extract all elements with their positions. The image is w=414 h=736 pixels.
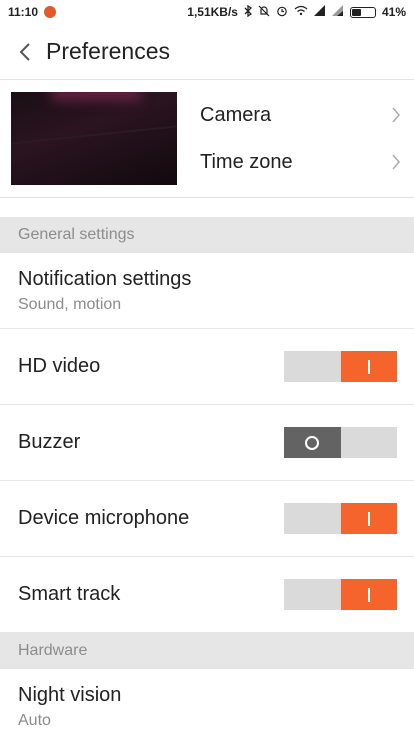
toggle-left-segment — [284, 427, 341, 458]
buzzer-toggle[interactable] — [284, 427, 397, 458]
toggle-right-segment — [340, 427, 397, 458]
app-header: Preferences — [0, 24, 414, 80]
battery-icon — [349, 6, 376, 18]
camera-nav-item[interactable]: Camera — [200, 92, 414, 139]
time-zone-label: Time zone — [200, 150, 293, 173]
thumbnail-shelf — [11, 125, 177, 145]
device-microphone-toggle[interactable] — [284, 503, 397, 534]
chevron-left-icon[interactable] — [14, 41, 36, 63]
hd-video-row: HD video — [0, 329, 414, 405]
night-vision-row[interactable]: Night vision Auto — [0, 669, 414, 736]
hd-video-toggle[interactable] — [284, 351, 397, 382]
smart-track-row: Smart track — [0, 557, 414, 633]
smart-track-toggle[interactable] — [284, 579, 397, 610]
toggle-left-segment — [284, 351, 341, 382]
section-gap — [0, 198, 414, 217]
camera-label: Camera — [200, 103, 272, 126]
camera-nav-list: Camera Time zone — [177, 92, 414, 186]
toggle-right-segment — [340, 503, 397, 534]
notification-settings-row[interactable]: Notification settings Sound, motion — [0, 253, 414, 329]
toggle-left-segment — [284, 503, 341, 534]
toggle-off-mark — [305, 435, 320, 450]
battery-fill — [351, 8, 361, 16]
bluetooth-icon — [244, 4, 252, 20]
hd-video-label: HD video — [18, 355, 101, 377]
night-vision-text: Night vision Auto — [18, 684, 121, 730]
chevron-right-icon — [392, 107, 402, 123]
alarm-icon — [276, 5, 288, 20]
toggle-left-segment — [284, 579, 341, 610]
night-vision-title: Night vision — [18, 684, 122, 706]
smart-track-label: Smart track — [18, 583, 121, 605]
camera-thumbnail[interactable] — [11, 92, 177, 185]
page-title: Preferences — [46, 38, 171, 64]
wifi-icon — [294, 5, 308, 19]
status-bar: 11:10 1,51KB/s 41% — [0, 0, 414, 24]
mute-bell-icon — [258, 5, 270, 20]
notification-settings-subtitle: Sound, motion — [18, 295, 122, 313]
general-settings-header: General settings — [0, 217, 414, 253]
camera-block: Camera Time zone — [0, 80, 414, 198]
app-notification-icon — [44, 6, 57, 18]
status-left: 11:10 — [8, 5, 57, 19]
status-time: 11:10 — [8, 5, 39, 19]
notification-settings-title: Notification settings — [18, 267, 192, 290]
hardware-header: Hardware — [0, 633, 414, 669]
device-microphone-label: Device microphone — [18, 507, 190, 529]
buzzer-label: Buzzer — [18, 431, 81, 453]
signal-icon-2 — [331, 5, 344, 19]
toggle-right-segment — [340, 351, 397, 382]
battery-percent: 41% — [381, 5, 406, 19]
notification-settings-text: Notification settings Sound, motion — [18, 268, 191, 314]
status-right: 1,51KB/s 41% — [187, 4, 406, 20]
chevron-right-icon — [392, 154, 402, 170]
toggle-on-mark — [367, 359, 370, 374]
toggle-right-segment — [340, 579, 397, 610]
thumbnail-glow — [51, 92, 141, 100]
device-microphone-row: Device microphone — [0, 481, 414, 557]
night-vision-subtitle: Auto — [18, 712, 51, 729]
toggle-on-mark — [367, 511, 370, 526]
signal-icon-1 — [313, 5, 326, 19]
buzzer-row: Buzzer — [0, 405, 414, 481]
toggle-on-mark — [367, 587, 370, 602]
time-zone-nav-item[interactable]: Time zone — [200, 139, 414, 186]
network-speed: 1,51KB/s — [187, 5, 238, 19]
